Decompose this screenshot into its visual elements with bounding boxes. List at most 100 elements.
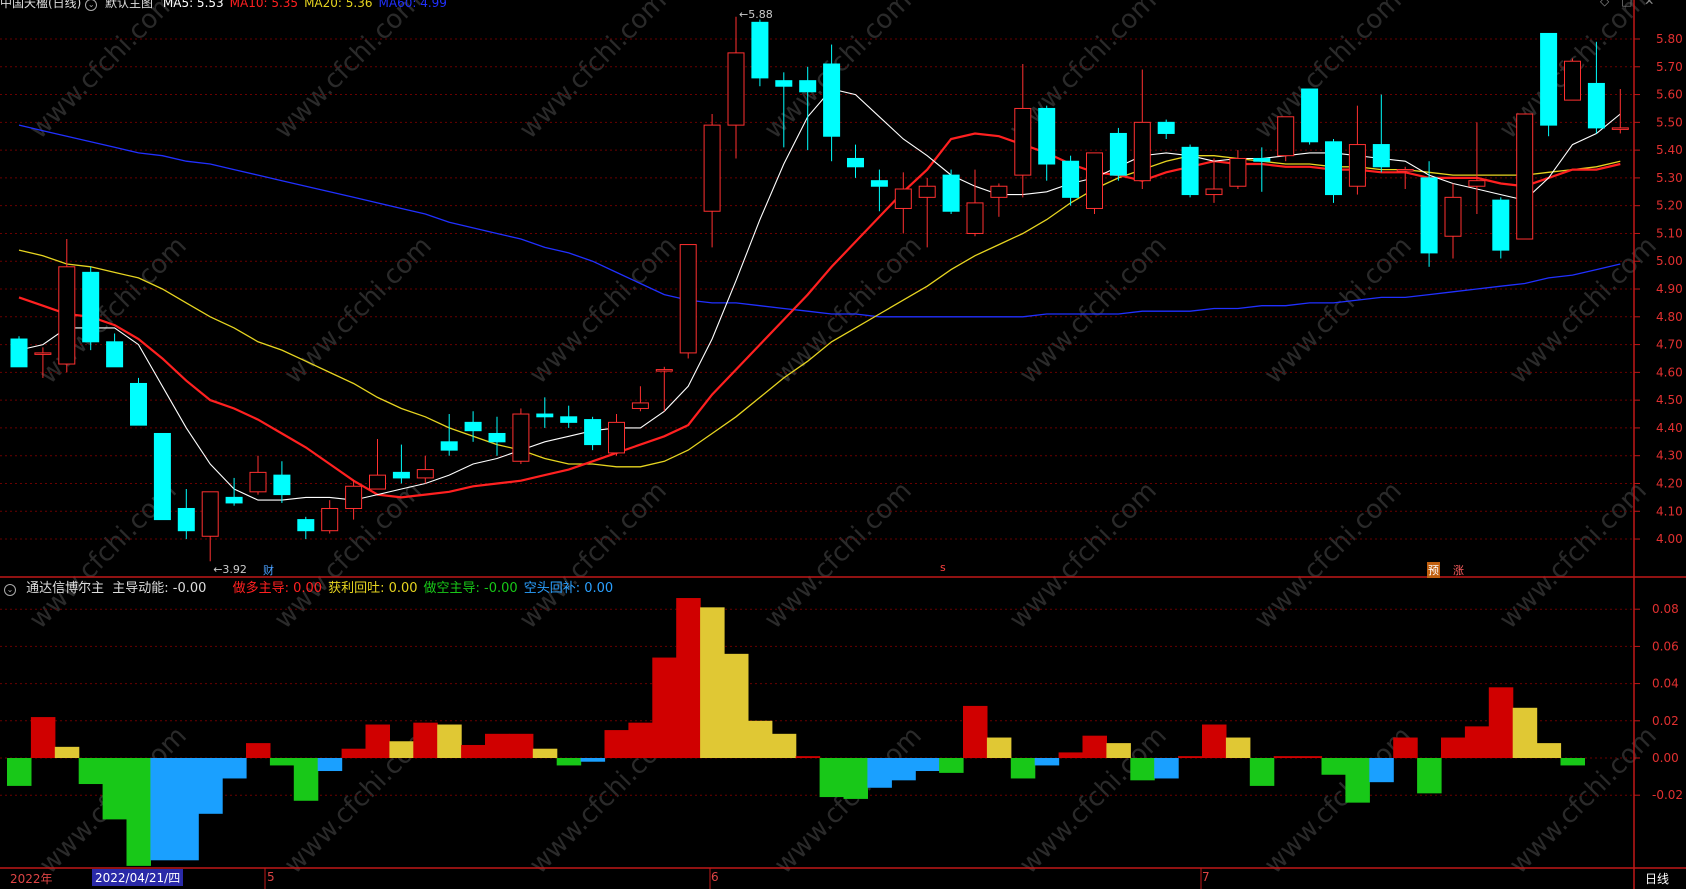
watermark-text: www.cfchi.com bbox=[1004, 476, 1163, 635]
indicator-bar bbox=[700, 607, 725, 758]
maximize-icon[interactable]: □ bbox=[1621, 0, 1632, 8]
candle-body bbox=[608, 421, 625, 454]
indicator-bar bbox=[556, 758, 582, 766]
indicator-bar bbox=[843, 758, 868, 799]
candle-body bbox=[655, 369, 673, 372]
candle bbox=[1611, 89, 1629, 134]
candle-body bbox=[225, 496, 243, 504]
collapse-icon[interactable]: ⌄ bbox=[85, 0, 98, 11]
close-icon[interactable]: ✕ bbox=[1644, 0, 1654, 8]
indicator-bar bbox=[174, 758, 199, 861]
indicator-name[interactable]: 通达信博尔主 bbox=[26, 581, 104, 596]
financial-report-marker[interactable]: 财 bbox=[262, 562, 275, 578]
candle-body bbox=[440, 441, 458, 451]
indicator-bar bbox=[891, 758, 916, 781]
indicator-bar bbox=[198, 758, 223, 814]
price-tick-label: 4.30 bbox=[1656, 449, 1683, 463]
candle bbox=[679, 244, 697, 359]
watermark-text: www.cfchi.com bbox=[279, 231, 438, 390]
candle-body bbox=[966, 202, 984, 234]
candle bbox=[1444, 183, 1462, 259]
candle-body bbox=[1564, 60, 1581, 101]
indicator-main-value: 主导动能: -0.00 bbox=[112, 581, 207, 596]
indicator-bar bbox=[986, 737, 1012, 758]
candle-body bbox=[1086, 152, 1103, 209]
candle-body bbox=[58, 266, 76, 365]
watermark-text: www.cfchi.com bbox=[759, 476, 918, 635]
candle bbox=[1492, 197, 1510, 259]
candle-body bbox=[1157, 121, 1175, 134]
price-tick-label: 4.10 bbox=[1656, 504, 1683, 518]
candle bbox=[153, 432, 171, 521]
high-price-label: ←5.88 bbox=[739, 7, 773, 21]
indicator-title: ⌄ 通达信博尔主 主导动能: -0.00 做多主导: 0.00 获利回吐: 0.0… bbox=[4, 577, 625, 596]
indicator-bar bbox=[461, 744, 486, 758]
candle-body bbox=[1516, 113, 1534, 240]
candle-body bbox=[201, 491, 219, 537]
candle bbox=[82, 266, 100, 351]
candle bbox=[1038, 105, 1056, 181]
indicator-bar bbox=[78, 758, 104, 785]
price-tick-label: 5.10 bbox=[1656, 226, 1683, 240]
kline-chart[interactable]: www.cfchi.com www.cfchi.com www.cfchi.com w… bbox=[0, 0, 1686, 889]
indicator-bar bbox=[819, 758, 845, 798]
price-tick-label: 5.20 bbox=[1656, 199, 1683, 213]
candle bbox=[942, 169, 960, 215]
forecast-marker[interactable]: 预 bbox=[1427, 562, 1440, 578]
watermark-text: www.cfchi.com bbox=[1259, 231, 1418, 390]
candle-body bbox=[847, 157, 864, 168]
candle bbox=[536, 397, 554, 428]
candle-body bbox=[1133, 121, 1151, 182]
candle-body bbox=[464, 421, 482, 432]
restore-icon[interactable]: ◇ bbox=[1600, 0, 1609, 8]
candle bbox=[392, 444, 410, 484]
candle-body bbox=[10, 338, 28, 368]
candle-body bbox=[1253, 157, 1271, 162]
candle bbox=[488, 416, 506, 456]
ma-legend-item: MA20: 5.36 bbox=[304, 0, 373, 10]
selected-date: 2022/04/21/四 bbox=[92, 869, 184, 886]
indicator-bar bbox=[1512, 707, 1538, 758]
indicator-collapse-icon[interactable]: ⌄ bbox=[4, 584, 16, 596]
candle-body bbox=[536, 413, 554, 418]
stock-title: 中国天楹(日线) bbox=[0, 0, 82, 10]
candle-body bbox=[1181, 146, 1199, 196]
rise-marker[interactable]: 涨 bbox=[1452, 562, 1465, 578]
indicator-bar bbox=[1560, 758, 1585, 766]
indicator-bar bbox=[102, 758, 128, 820]
candle-body bbox=[990, 185, 1008, 198]
month-label-6: 6 bbox=[711, 870, 719, 884]
period-label[interactable]: 日线 bbox=[1645, 870, 1669, 887]
candle bbox=[1086, 152, 1103, 215]
candle-body bbox=[106, 341, 124, 368]
indicator-bar bbox=[1393, 737, 1418, 758]
candle bbox=[345, 480, 363, 520]
candle bbox=[703, 114, 721, 248]
price-tick-label: 5.70 bbox=[1656, 60, 1683, 74]
candle-body bbox=[369, 474, 386, 490]
indicator-bar bbox=[867, 758, 892, 788]
candle-body bbox=[560, 416, 578, 423]
candle bbox=[273, 461, 291, 503]
candle bbox=[1540, 32, 1558, 137]
candle bbox=[870, 169, 888, 212]
indicator-bar bbox=[676, 598, 701, 758]
indicator-bar bbox=[7, 758, 32, 786]
candle-body bbox=[416, 469, 434, 479]
candle-body bbox=[512, 413, 530, 462]
candle bbox=[1109, 127, 1127, 181]
candle bbox=[321, 500, 339, 534]
candle bbox=[512, 408, 530, 465]
event-s-marker[interactable]: s bbox=[939, 561, 947, 574]
candle-body bbox=[751, 21, 769, 79]
indicator-bar bbox=[246, 743, 271, 758]
candle bbox=[990, 183, 1008, 217]
candle bbox=[130, 377, 147, 426]
candle bbox=[1157, 119, 1175, 140]
indicator-bar bbox=[1417, 758, 1442, 794]
candle bbox=[1181, 144, 1199, 198]
low-price-label: ←3.92 bbox=[213, 563, 247, 577]
candle-body bbox=[942, 174, 960, 212]
chart-mode[interactable]: 默认主图 bbox=[105, 0, 153, 10]
indicator-bar bbox=[437, 724, 462, 758]
